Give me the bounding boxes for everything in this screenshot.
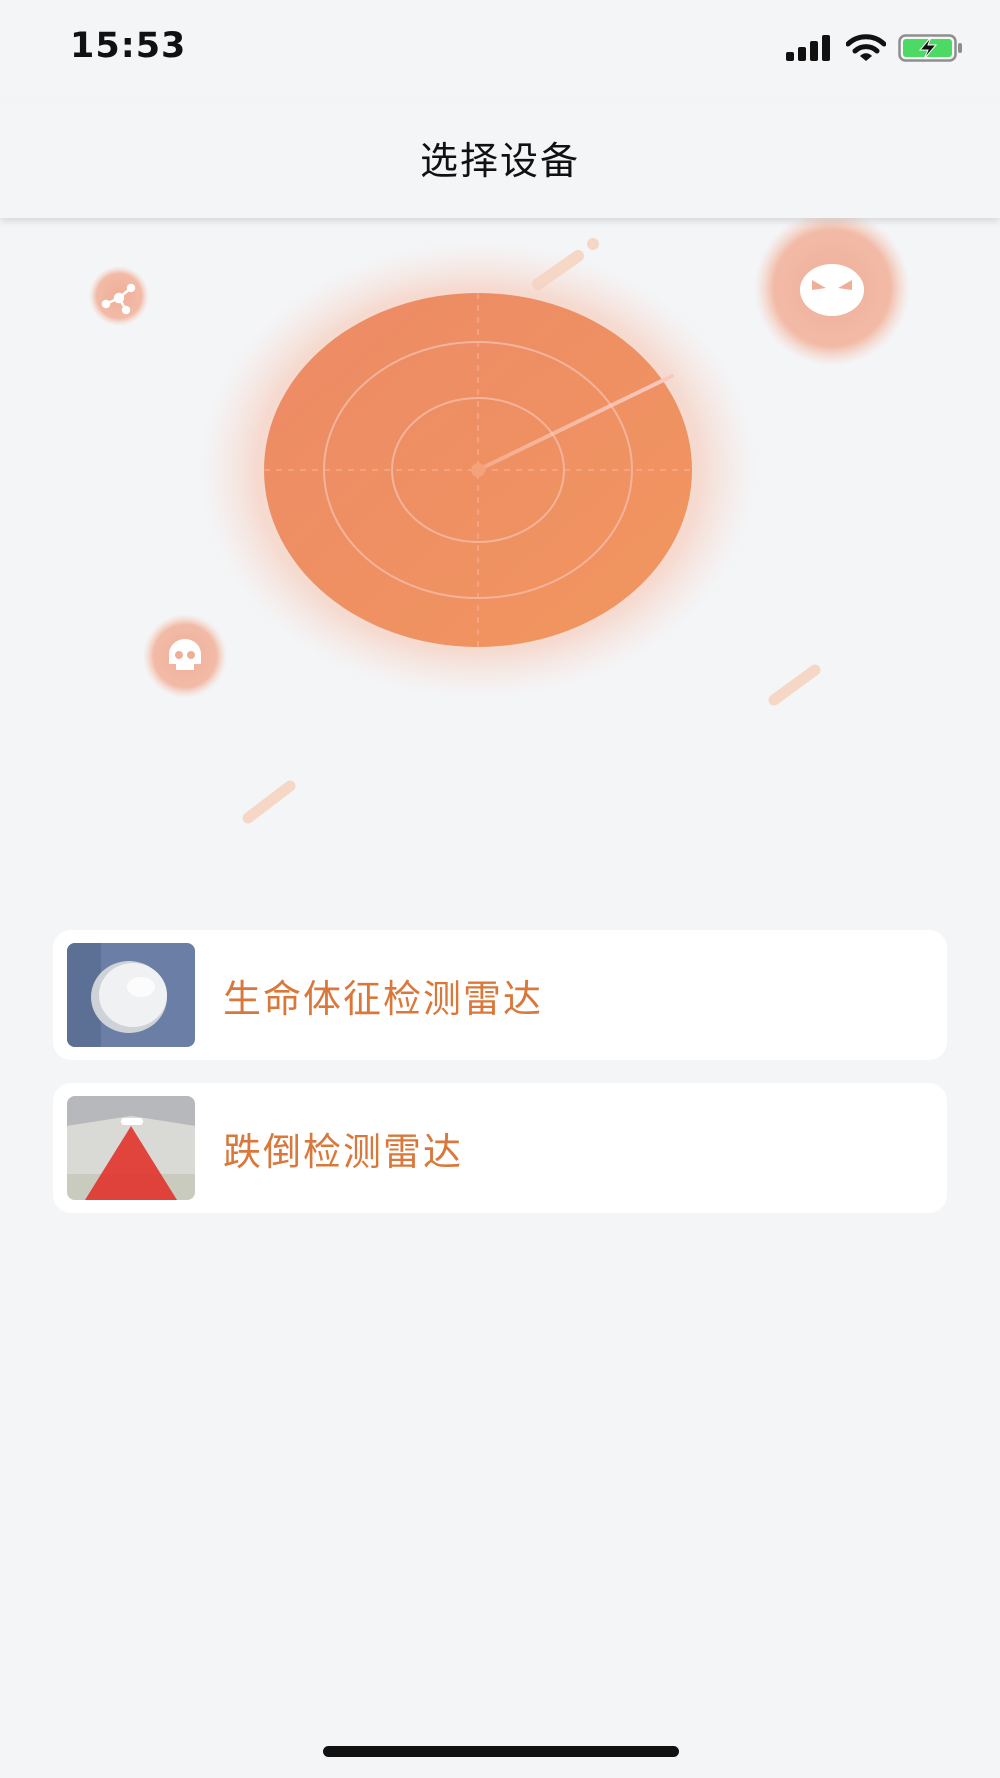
nav-bar: 选择设备 — [0, 100, 1000, 218]
device-thumbnail — [67, 1096, 195, 1200]
radar-illustration — [0, 210, 1000, 858]
home-indicator[interactable] — [323, 1746, 679, 1757]
device-select-screen: 15:53 选择设备 生命体征检测雷达 跌倒检测雷达 — [0, 0, 1000, 1778]
radar-center — [471, 463, 485, 477]
wifi-icon — [846, 34, 886, 61]
ceiling-radar-icon — [67, 1096, 195, 1200]
angry-face-icon — [800, 264, 864, 316]
device-item-fall-detection-radar[interactable]: 跌倒检测雷达 — [53, 1083, 947, 1213]
cellular-signal-icon — [786, 35, 830, 61]
device-name: 跌倒检测雷达 — [223, 1129, 464, 1174]
status-time: 15:53 — [70, 26, 187, 66]
battery-charging-icon — [898, 34, 962, 62]
page-title: 选择设备 — [419, 139, 580, 183]
status-bar: 15:53 — [0, 0, 1000, 100]
device-thumbnail — [67, 943, 195, 1047]
wall-mounted-sensor-icon — [67, 943, 195, 1047]
decor-dash — [768, 664, 821, 706]
radar-graphic — [89, 210, 910, 824]
decor-dash — [242, 780, 296, 824]
decor-dot — [587, 238, 599, 250]
device-item-vital-signs-radar[interactable]: 生命体征检测雷达 — [53, 930, 947, 1060]
device-name: 生命体征检测雷达 — [223, 976, 544, 1021]
status-icons — [774, 34, 964, 62]
device-list: 生命体征检测雷达 跌倒检测雷达 — [53, 930, 947, 1236]
